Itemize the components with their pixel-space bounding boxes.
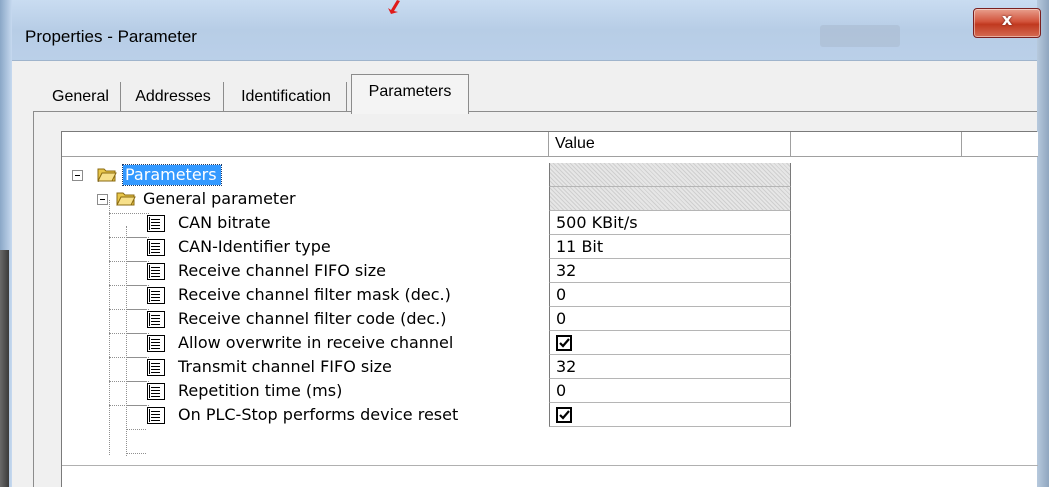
parameter-list-icon [147, 311, 165, 328]
header-name-column[interactable] [62, 132, 549, 157]
tree-row-general-parameter[interactable]: General parameter [62, 187, 1038, 211]
value-cell[interactable]: 11 Bit [549, 235, 791, 259]
folder-open-icon [116, 192, 136, 206]
parameter-label[interactable]: CAN bitrate [176, 213, 271, 233]
tree-row-receive-fifo-size[interactable]: Receive channel FIFO size 32 [62, 259, 1038, 283]
parameter-grid[interactable]: Value Parameters General parameter CAN b… [61, 131, 1038, 487]
tree-item-label[interactable]: General parameter [141, 189, 296, 209]
tab-parameters[interactable]: Parameters [351, 74, 469, 114]
tree-row-repetition-time[interactable]: Repetition time (ms) 0 [62, 379, 1038, 403]
parameter-label[interactable]: On PLC-Stop performs device reset [176, 405, 458, 425]
value-cell [549, 163, 791, 187]
value-cell [549, 331, 791, 355]
parameter-label[interactable]: Repetition time (ms) [176, 381, 342, 401]
parameter-label[interactable]: Allow overwrite in receive channel [176, 333, 453, 353]
value-cell[interactable]: 32 [549, 259, 791, 283]
parameter-label[interactable]: Receive channel filter mask (dec.) [176, 285, 451, 305]
value-cell[interactable]: 0 [549, 283, 791, 307]
tree-line [126, 453, 146, 454]
tree-collapse-icon[interactable] [97, 194, 108, 205]
grid-header: Value [62, 132, 1038, 157]
tree-line [126, 429, 146, 430]
tree-row-receive-filter-mask[interactable]: Receive channel filter mask (dec.) 0 [62, 283, 1038, 307]
parameter-list-icon [147, 335, 165, 352]
parameter-list-icon [147, 407, 165, 424]
tab-identification[interactable]: Identification [226, 82, 347, 112]
tree-row-can-identifier-type[interactable]: CAN-Identifier type 11 Bit [62, 235, 1038, 259]
parameter-list-icon [147, 263, 165, 280]
close-icon: x [1001, 10, 1013, 29]
tree-row-plc-stop-reset[interactable]: On PLC-Stop performs device reset [62, 403, 1038, 427]
tree-row-receive-filter-code[interactable]: Receive channel filter code (dec.) 0 [62, 307, 1038, 331]
parameter-label[interactable]: Receive channel filter code (dec.) [176, 309, 446, 329]
parameter-label[interactable]: Transmit channel FIFO size [176, 357, 392, 377]
plc-stop-reset-checkbox[interactable] [556, 407, 572, 423]
parameter-label[interactable]: Receive channel FIFO size [176, 261, 386, 281]
allow-overwrite-checkbox[interactable] [556, 335, 572, 351]
tree-collapse-icon[interactable] [72, 170, 83, 181]
parameter-list-icon [147, 215, 165, 232]
parameter-list-icon [147, 383, 165, 400]
value-cell [549, 187, 791, 211]
value-cell[interactable]: 500 KBit/s [549, 211, 791, 235]
tab-general[interactable]: General [41, 82, 121, 112]
window-right-edge [1037, 0, 1049, 487]
value-cell[interactable]: 0 [549, 379, 791, 403]
title-bar-ghost [820, 25, 900, 47]
value-cell[interactable]: 0 [549, 307, 791, 331]
tree-row-allow-overwrite[interactable]: Allow overwrite in receive channel [62, 331, 1038, 355]
value-cell [549, 403, 791, 427]
tree-item-label[interactable]: Parameters [122, 164, 222, 186]
close-button[interactable]: x [973, 8, 1041, 38]
tree-row-can-bitrate[interactable]: CAN bitrate 500 KBit/s [62, 211, 1038, 235]
tree-row-transmit-fifo-size[interactable]: Transmit channel FIFO size 32 [62, 355, 1038, 379]
parameter-label[interactable]: CAN-Identifier type [176, 237, 331, 257]
parameter-list-icon [147, 287, 165, 304]
header-value-column[interactable]: Value [549, 132, 791, 157]
header-extra-column[interactable] [791, 132, 962, 157]
checkmark-icon [559, 410, 570, 420]
parameter-list-icon [147, 239, 165, 256]
window-title: Properties - Parameter [25, 27, 197, 46]
tree-row-parameters[interactable]: Parameters [62, 163, 1038, 187]
tab-addresses[interactable]: Addresses [123, 82, 224, 112]
red-annotation-arrow [388, 0, 400, 14]
parameter-list-icon [147, 359, 165, 376]
checkmark-icon [559, 338, 570, 348]
value-cell[interactable]: 32 [549, 355, 791, 379]
grid-bottom-border [62, 465, 1038, 466]
folder-open-icon [97, 168, 117, 182]
background-window-edge [0, 250, 9, 487]
